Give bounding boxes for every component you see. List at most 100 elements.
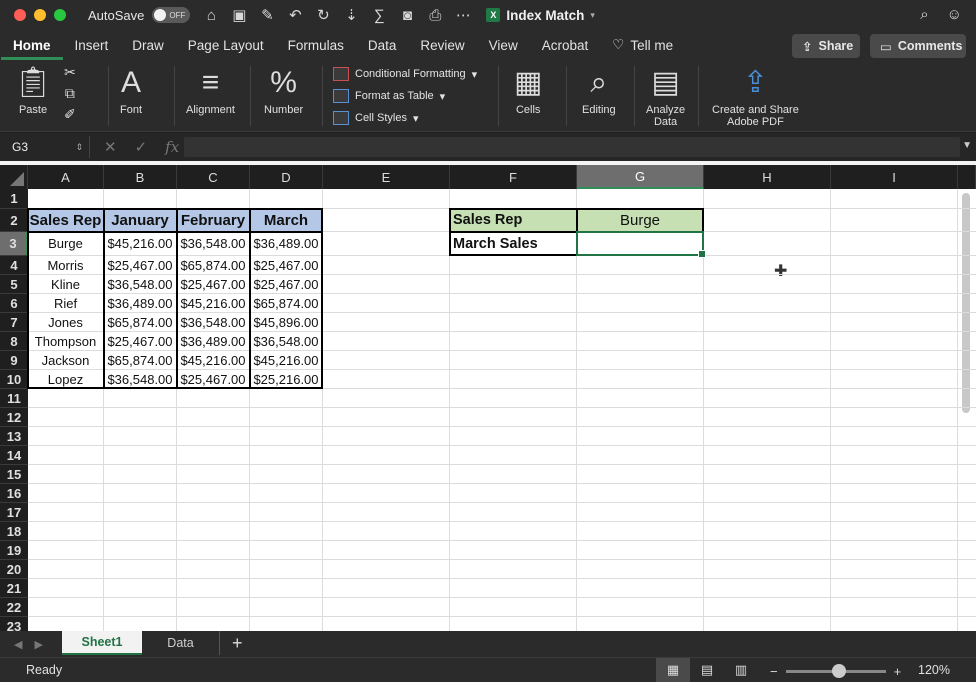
autosum-icon[interactable]: ∑: [370, 7, 388, 24]
column-header-g[interactable]: G: [577, 165, 704, 189]
next-sheet-icon[interactable]: ▶: [34, 638, 42, 651]
account-icon[interactable]: ☺: [947, 6, 962, 23]
row-header-3[interactable]: 3: [0, 232, 28, 256]
sales-amount-cell[interactable]: $45,216.00: [177, 294, 249, 312]
row-header-1[interactable]: 1: [0, 189, 28, 209]
sales-amount-cell[interactable]: $36,548.00: [104, 275, 176, 293]
camera-icon[interactable]: ◙: [398, 7, 416, 24]
row-header-12[interactable]: 12: [0, 408, 28, 427]
sales-amount-cell[interactable]: $25,467.00: [104, 332, 176, 350]
column-header-h[interactable]: H: [704, 165, 831, 189]
sheet-tab-data[interactable]: Data: [142, 631, 220, 655]
row-header-20[interactable]: 20: [0, 560, 28, 579]
sales-amount-cell[interactable]: $36,548.00: [177, 232, 249, 255]
sales-amount-cell[interactable]: $36,489.00: [104, 294, 176, 312]
select-all-corner[interactable]: [0, 165, 28, 189]
zoom-slider-knob[interactable]: [831, 664, 846, 678]
editing-group[interactable]: ⌕ Editing: [582, 64, 616, 116]
sales-rep-cell[interactable]: Jones: [28, 313, 103, 331]
prev-sheet-icon[interactable]: ◀: [14, 638, 22, 651]
cells-group[interactable]: ▦ Cells: [514, 64, 542, 116]
normal-view-icon[interactable]: ▦: [656, 658, 690, 682]
cancel-entry-icon[interactable]: ✕: [104, 138, 117, 156]
sales-amount-cell[interactable]: $45,896.00: [250, 313, 322, 331]
vertical-scrollbar[interactable]: [962, 193, 970, 413]
page-layout-view-icon[interactable]: ▤: [690, 658, 724, 682]
sales-amount-cell[interactable]: $25,216.00: [250, 370, 322, 388]
cell-styles-button[interactable]: Cell Styles ▾: [333, 110, 477, 126]
sales-amount-cell[interactable]: $45,216.00: [104, 232, 176, 255]
row-header-7[interactable]: 7: [0, 313, 28, 332]
sales-amount-cell[interactable]: $65,874.00: [177, 256, 249, 274]
sales-rep-cell[interactable]: Morris: [28, 256, 103, 274]
tab-draw[interactable]: Draw: [120, 30, 176, 60]
tab-view[interactable]: View: [477, 30, 530, 60]
column-header-d[interactable]: D: [250, 165, 323, 189]
column-header-i[interactable]: I: [831, 165, 958, 189]
spreadsheet-grid[interactable]: ✚ A B C D E F G H I 1 2 3 4 5 6 7 8 9 10 11 12 13 14 15 16 17 18 19…: [0, 165, 976, 631]
tab-acrobat[interactable]: Acrobat: [530, 30, 601, 60]
save-as-icon[interactable]: ✎: [258, 6, 276, 24]
tell-me[interactable]: ♡ Tell me: [600, 30, 685, 60]
tab-formulas[interactable]: Formulas: [276, 30, 356, 60]
row-header-18[interactable]: 18: [0, 522, 28, 541]
column-header-b[interactable]: B: [104, 165, 177, 189]
sales-rep-cell[interactable]: Rief: [28, 294, 103, 312]
zoom-percent[interactable]: 120%: [918, 663, 950, 677]
sales-amount-cell[interactable]: $25,467.00: [250, 256, 322, 274]
sales-amount-cell[interactable]: $36,548.00: [250, 332, 322, 350]
add-sheet-button[interactable]: +: [232, 633, 243, 654]
sheet-tab-sheet1[interactable]: Sheet1: [62, 631, 142, 655]
sales-amount-cell[interactable]: $45,216.00: [250, 351, 322, 369]
row-header-9[interactable]: 9: [0, 351, 28, 370]
lookup-value-sales-rep[interactable]: Burge: [577, 209, 703, 231]
more-icon[interactable]: ⋯: [454, 6, 472, 24]
row-header-10[interactable]: 10: [0, 370, 28, 389]
sales-rep-cell[interactable]: Kline: [28, 275, 103, 293]
analyze-data-button[interactable]: ▤ Analyze Data: [646, 64, 685, 128]
row-header-19[interactable]: 19: [0, 541, 28, 560]
tab-review[interactable]: Review: [408, 30, 476, 60]
create-share-pdf-button[interactable]: ⇪ Create and Share Adobe PDF: [712, 64, 799, 128]
name-box[interactable]: G3 ⇕: [4, 136, 90, 158]
insert-function-icon[interactable]: fx: [165, 138, 179, 156]
format-as-table-button[interactable]: Format as Table ▾: [333, 88, 477, 104]
lookup-label-sales-rep[interactable]: Sales Rep: [450, 209, 576, 231]
conditional-formatting-button[interactable]: Conditional Formatting ▾: [333, 66, 477, 82]
autosave-toggle[interactable]: OFF: [152, 7, 191, 23]
search-icon[interactable]: ⌕: [920, 6, 928, 23]
table-header-cell[interactable]: March: [250, 209, 322, 231]
sales-amount-cell[interactable]: $36,548.00: [177, 313, 249, 331]
row-header-22[interactable]: 22: [0, 598, 28, 617]
home-icon[interactable]: ⌂: [202, 7, 220, 24]
tab-home[interactable]: Home: [1, 30, 63, 60]
row-header-15[interactable]: 15: [0, 465, 28, 484]
sales-amount-cell[interactable]: $65,874.00: [104, 313, 176, 331]
column-header-a[interactable]: A: [28, 165, 104, 189]
tab-data[interactable]: Data: [356, 30, 409, 60]
stepper-icon[interactable]: ⇕: [75, 142, 83, 153]
row-header-2[interactable]: 2: [0, 209, 28, 232]
sales-amount-cell[interactable]: $65,874.00: [250, 294, 322, 312]
table-header-cell[interactable]: February: [177, 209, 249, 231]
formula-input[interactable]: [184, 137, 960, 157]
zoom-slider[interactable]: [785, 664, 886, 678]
alignment-group[interactable]: ≡ Alignment: [186, 64, 235, 116]
print-icon[interactable]: ⎙: [426, 7, 444, 24]
paste-group[interactable]: 📋︎ Paste: [14, 64, 52, 116]
save-icon[interactable]: ▣: [230, 6, 248, 24]
redo-icon[interactable]: ↻: [314, 6, 332, 24]
share-button[interactable]: ⇪ Share: [792, 34, 860, 58]
row-header-11[interactable]: 11: [0, 389, 28, 408]
lookup-value-march-sales[interactable]: [577, 232, 703, 255]
cut-icon[interactable]: ✂: [64, 64, 76, 81]
copy-icon[interactable]: ⧉: [65, 85, 75, 102]
column-header-c[interactable]: C: [177, 165, 250, 189]
sales-amount-cell[interactable]: $45,216.00: [177, 351, 249, 369]
number-group[interactable]: % Number: [264, 64, 303, 116]
row-header-16[interactable]: 16: [0, 484, 28, 503]
zoom-in-icon[interactable]: +: [894, 664, 902, 679]
fill-icon[interactable]: ⇣: [342, 6, 360, 24]
sales-amount-cell[interactable]: $25,467.00: [177, 370, 249, 388]
sales-amount-cell[interactable]: $25,467.00: [177, 275, 249, 293]
